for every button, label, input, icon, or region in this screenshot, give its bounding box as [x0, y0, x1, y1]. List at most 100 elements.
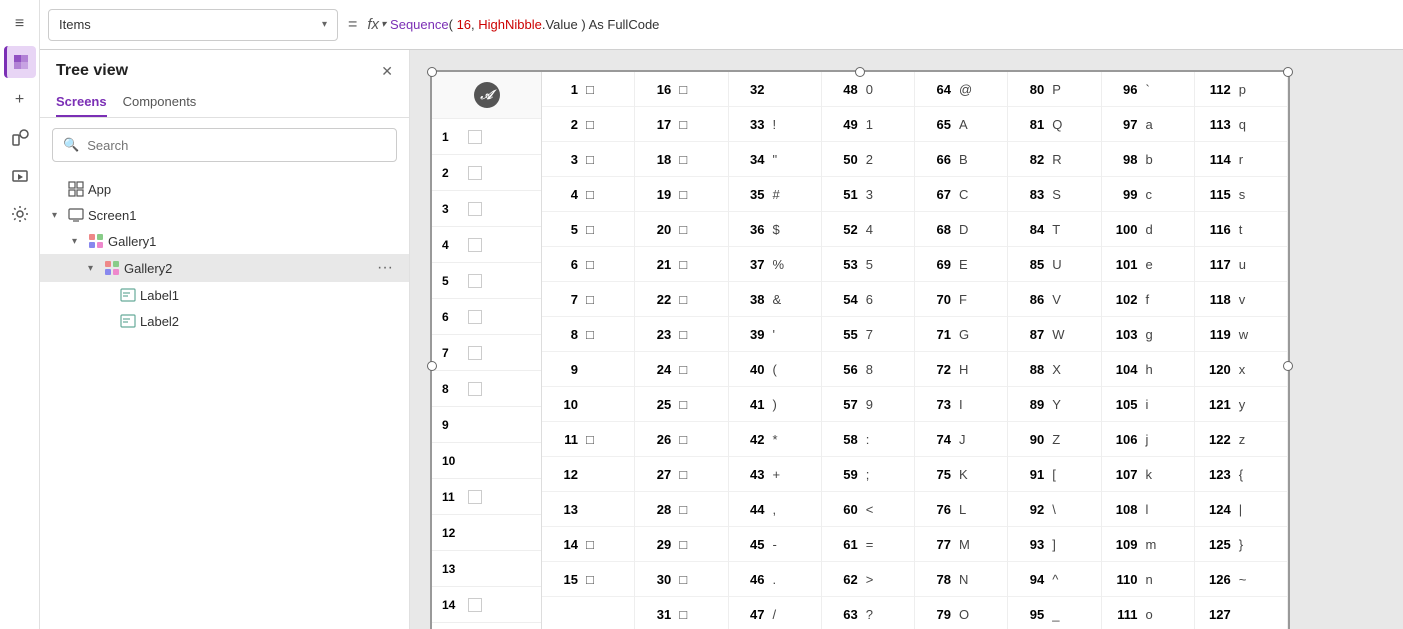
cell-char: n — [1146, 572, 1153, 587]
ascii-cell: 97a — [1102, 107, 1194, 142]
ascii-col-1: 16□17□18□19□20□21□22□23□24□25□26□27□28□2… — [635, 72, 728, 629]
ascii-cell: 37% — [729, 247, 821, 282]
cell-char: c — [1146, 187, 1153, 202]
cell-number: 92 — [1016, 502, 1044, 517]
handle-mid-left[interactable] — [427, 361, 437, 371]
cell-number: 98 — [1110, 152, 1138, 167]
checkbox-7[interactable] — [468, 346, 482, 360]
checkbox-3[interactable] — [468, 202, 482, 216]
checkbox-6[interactable] — [468, 310, 482, 324]
ascii-cell: 39' — [729, 317, 821, 352]
cell-char: □ — [679, 607, 687, 622]
gallery-icon — [88, 233, 104, 249]
layers-icon[interactable] — [4, 46, 36, 78]
cell-char: G — [959, 327, 969, 342]
search-input[interactable] — [87, 138, 386, 153]
cell-char: 8 — [866, 362, 873, 377]
cell-number: 62 — [830, 572, 858, 587]
tab-components[interactable]: Components — [123, 88, 197, 117]
ascii-cell: 58: — [822, 422, 914, 457]
checkbox-5[interactable] — [468, 274, 482, 288]
tree-close-button[interactable]: ✕ — [381, 63, 393, 80]
checkbox-4[interactable] — [468, 238, 482, 252]
tree-item-screen1[interactable]: ▾ Screen1 — [40, 202, 409, 228]
tab-screens[interactable]: Screens — [56, 88, 107, 117]
checkbox-11[interactable] — [468, 490, 482, 504]
handle-mid-right[interactable] — [1283, 361, 1293, 371]
cell-number: 39 — [737, 327, 765, 342]
cell-char: & — [773, 292, 782, 307]
tree-panel: Tree view ✕ Screens Components 🔍 App — [40, 50, 410, 629]
media-icon[interactable] — [4, 160, 36, 192]
cell-number: 8 — [550, 327, 578, 342]
cell-number: 64 — [923, 82, 951, 97]
ascii-cell: 16□ — [635, 72, 727, 107]
cell-number: 124 — [1203, 502, 1231, 517]
ascii-cell: 72H — [915, 352, 1007, 387]
tree-item-gallery2[interactable]: ▾ Gallery2 ··· — [40, 254, 409, 282]
cell-number: 34 — [737, 152, 765, 167]
checkbox-8[interactable] — [468, 382, 482, 396]
cell-number: 27 — [643, 467, 671, 482]
checkbox-2[interactable] — [468, 166, 482, 180]
fx-chevron-icon: ▾ — [381, 19, 386, 30]
cell-char: : — [866, 432, 870, 447]
gallery-widget[interactable]: 𝒜 1 2 3 4 — [430, 70, 1290, 629]
cell-char: p — [1239, 82, 1246, 97]
cell-number: 56 — [830, 362, 858, 377]
ascii-cell: 106j — [1102, 422, 1194, 457]
checkbox-1[interactable] — [468, 130, 482, 144]
label2-icon — [120, 313, 136, 329]
app-icon — [68, 181, 84, 197]
cell-number: 43 — [737, 467, 765, 482]
gallery-strip-row-10: 10 — [432, 443, 541, 479]
cell-char: □ — [586, 152, 594, 167]
handle-top-right[interactable] — [1283, 67, 1293, 77]
cell-char: □ — [679, 222, 687, 237]
ascii-table: 1□2□3□4□5□6□7□8□91011□121314□15□16□17□18… — [542, 72, 1288, 629]
ascii-col-2: 3233!34"35#36$37%38&39'40(41)42*43+44,45… — [729, 72, 822, 629]
settings-icon[interactable] — [4, 198, 36, 230]
ascii-cell: 33! — [729, 107, 821, 142]
cell-char: J — [959, 432, 966, 447]
ascii-cell: 34" — [729, 142, 821, 177]
cell-number: 102 — [1110, 292, 1138, 307]
gallery-strip-row-4: 4 — [432, 227, 541, 263]
tree-item-app[interactable]: App — [40, 176, 409, 202]
cell-char: 6 — [866, 292, 873, 307]
checkbox-14[interactable] — [468, 598, 482, 612]
ascii-col-3: 48049150251352453554655756857958:59;60<6… — [822, 72, 915, 629]
tree-item-gallery1[interactable]: ▾ Gallery1 — [40, 228, 409, 254]
label1-label: Label1 — [140, 288, 397, 303]
main-content: Tree view ✕ Screens Components 🔍 App — [40, 50, 1403, 629]
tree-item-label2[interactable]: Label2 — [40, 308, 409, 334]
ascii-cell: 29□ — [635, 527, 727, 562]
chevron-down-icon: ▾ — [322, 19, 327, 30]
cell-char: \ — [1052, 502, 1056, 517]
cell-char: # — [773, 187, 780, 202]
cell-char: T — [1052, 222, 1060, 237]
ascii-cell: 119w — [1195, 317, 1287, 352]
cell-number: 11 — [550, 432, 578, 447]
ascii-cell: 12 — [542, 457, 634, 492]
items-dropdown[interactable]: Items ▾ — [48, 9, 338, 41]
ascii-cell: 40( — [729, 352, 821, 387]
ascii-cell: 36$ — [729, 212, 821, 247]
handle-top-left[interactable] — [427, 67, 437, 77]
cell-number: 57 — [830, 397, 858, 412]
cell-number: 51 — [830, 187, 858, 202]
ascii-cell: 535 — [822, 247, 914, 282]
add-icon[interactable]: + — [4, 84, 36, 116]
more-options-button[interactable]: ··· — [373, 259, 397, 277]
shapes-icon[interactable] — [4, 122, 36, 154]
ascii-col-7: 112p113q114r115s116t117u118v119w120x121y… — [1195, 72, 1288, 629]
cell-number: 111 — [1110, 607, 1138, 622]
tree-item-label1[interactable]: Label1 — [40, 282, 409, 308]
ascii-cell: 99c — [1102, 177, 1194, 212]
ascii-cell: 60< — [822, 492, 914, 527]
cell-char: > — [866, 572, 874, 587]
ascii-cell: 6□ — [542, 247, 634, 282]
hamburger-icon[interactable]: ≡ — [4, 8, 36, 40]
cell-number: 119 — [1203, 327, 1231, 342]
handle-top-mid[interactable] — [855, 67, 865, 77]
